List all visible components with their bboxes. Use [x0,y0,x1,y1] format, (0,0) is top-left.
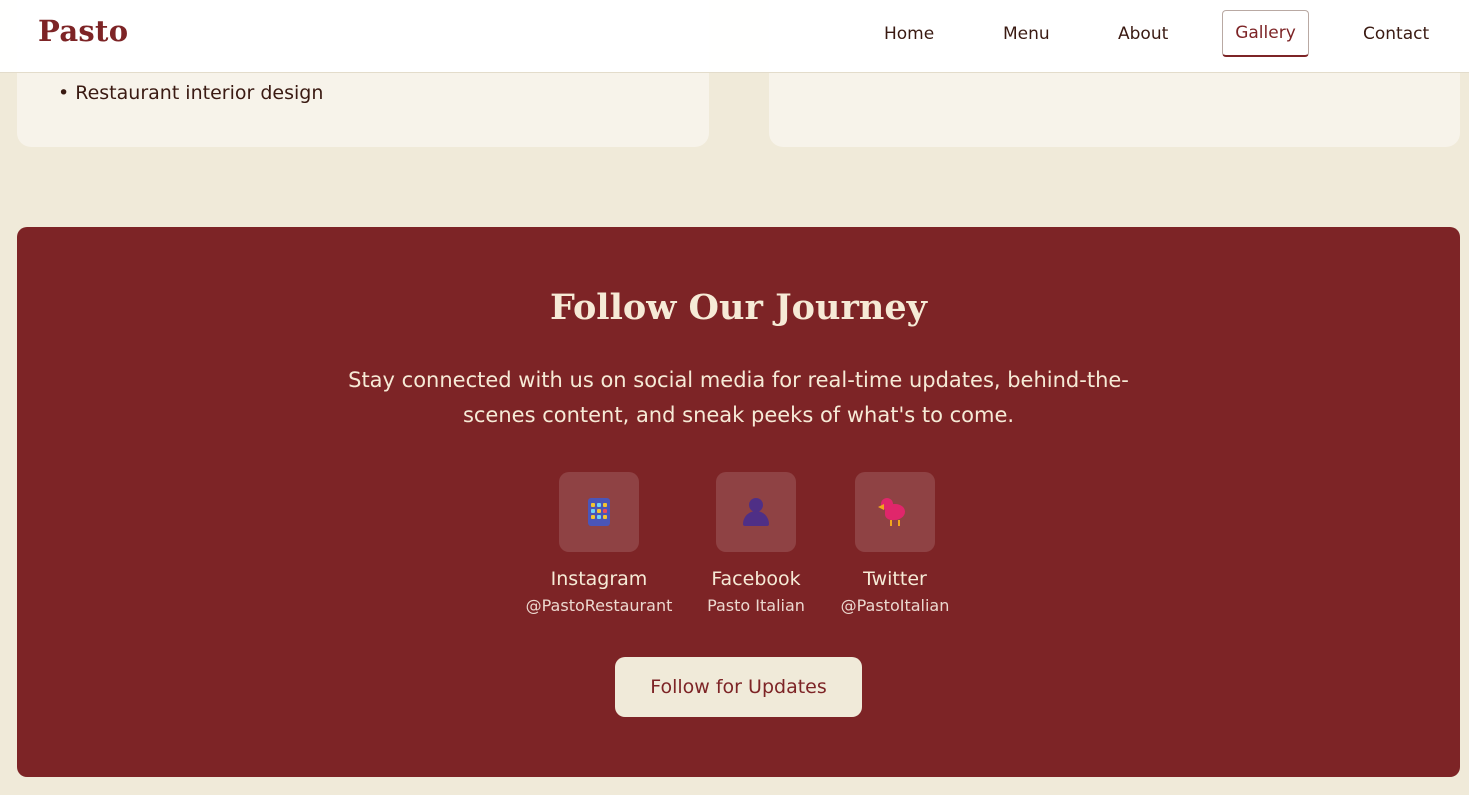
social-handle: @PastoRestaurant [525,596,673,615]
building-icon [588,498,610,526]
follow-for-updates-button[interactable]: Follow for Updates [615,657,862,717]
social-instagram[interactable]: Instagram @PastoRestaurant [519,472,679,615]
follow-title: Follow Our Journey [550,287,927,328]
facebook-link-icon-box[interactable] [716,472,796,552]
social-name: Twitter [863,568,927,590]
site-header: Pasto Home Menu About Gallery Contact [0,0,1469,73]
follow-description: Stay connected with us on social media f… [348,368,1129,427]
nav-home[interactable]: Home [884,24,934,44]
social-name: Instagram [550,568,648,590]
social-handle: Pasto Italian [707,596,805,615]
nav-about[interactable]: About [1118,24,1168,44]
social-twitter[interactable]: Twitter @PastoItalian [815,472,975,615]
instagram-link-icon-box[interactable] [559,472,639,552]
social-name: Facebook [711,568,801,590]
card-bullet-item: • Restaurant interior design [58,82,324,104]
nav-gallery[interactable]: Gallery [1222,10,1309,57]
nav-menu[interactable]: Menu [1003,24,1050,44]
person-icon [741,498,771,526]
social-facebook[interactable]: Facebook Pasto Italian [676,472,836,615]
follow-section: Follow Our Journey Stay connected with u… [17,227,1460,777]
social-handle: @PastoItalian [840,596,950,615]
twitter-link-icon-box[interactable] [855,472,935,552]
nav-contact[interactable]: Contact [1363,24,1429,44]
bird-icon [878,497,911,527]
logo[interactable]: Pasto [38,14,128,48]
page: • Restaurant interior design Pasto Home … [0,0,1469,795]
